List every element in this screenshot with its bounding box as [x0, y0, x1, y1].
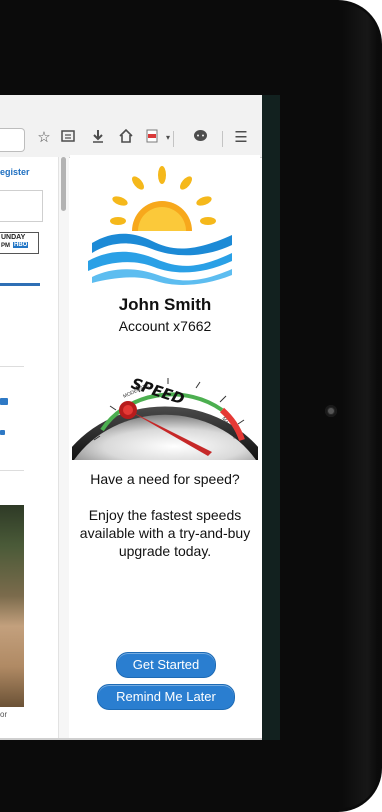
home-icon[interactable]	[118, 128, 134, 147]
sunday-badge-line1: UNDAY	[1, 234, 26, 241]
customer-name: John Smith	[118, 295, 212, 314]
menu-icon[interactable]: ☰	[233, 129, 249, 147]
background-input-box[interactable]	[0, 190, 43, 222]
ad-headline: Have a need for speed?	[90, 471, 240, 487]
browser-toolbar: ☆ ▾ ☰	[0, 95, 262, 158]
background-divider	[0, 470, 24, 471]
hbo-logo: HBO	[13, 242, 29, 248]
background-nav-line	[0, 283, 40, 286]
background-photo-caption: or	[0, 710, 8, 719]
scrollbar-track[interactable]	[58, 157, 69, 740]
background-divider	[0, 366, 24, 367]
background-link-marker[interactable]	[0, 430, 5, 435]
register-link[interactable]: egister	[0, 167, 30, 177]
toolbar-separator	[222, 131, 223, 147]
remind-me-later-button[interactable]: Remind Me Later	[97, 684, 235, 710]
background-photo[interactable]	[0, 505, 24, 707]
download-icon[interactable]	[90, 129, 106, 147]
ad-pitch: Have a need for speed? Enjoy the fastest…	[72, 470, 258, 578]
screen-bottom-edge	[0, 738, 262, 740]
reading-list-icon[interactable]	[60, 129, 76, 147]
scrollbar-thumb[interactable]	[61, 157, 66, 211]
url-bar[interactable]	[0, 128, 25, 152]
sunday-badge[interactable]: UNDAY PM HBO	[0, 232, 39, 254]
chat-icon[interactable]	[192, 129, 208, 147]
get-started-button[interactable]: Get Started	[116, 652, 216, 678]
speedometer-image: MODERATE MAXIMUM SPEED	[72, 340, 258, 460]
toolbar-separator	[173, 131, 174, 147]
pdf-icon[interactable]	[144, 129, 160, 147]
account-number: Account x7662	[118, 318, 212, 334]
sunday-badge-line2: PM	[1, 243, 10, 249]
sun-waves-logo	[88, 166, 232, 285]
camera-icon	[325, 405, 337, 417]
ad-body: Enjoy the fastest speeds available with …	[79, 507, 251, 559]
star-icon[interactable]: ☆	[36, 129, 52, 147]
background-link-marker[interactable]	[0, 398, 8, 405]
screen-edge	[262, 95, 280, 740]
